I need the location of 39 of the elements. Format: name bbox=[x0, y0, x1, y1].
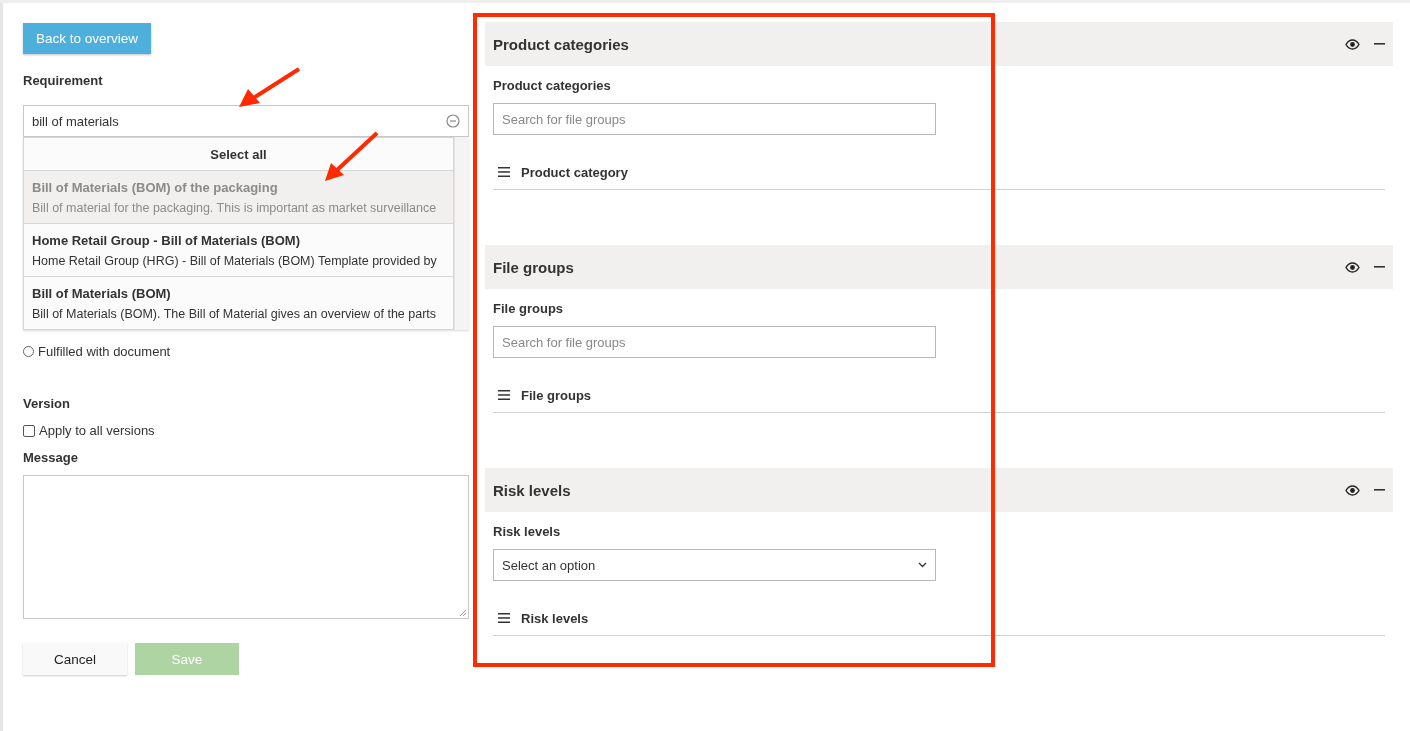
menu-icon[interactable] bbox=[498, 613, 510, 623]
scrollbar-track[interactable] bbox=[454, 137, 469, 330]
clear-icon[interactable] bbox=[446, 114, 460, 128]
checkbox-label: Apply to all versions bbox=[39, 423, 155, 438]
annotation-arrow bbox=[324, 131, 380, 183]
requirement-label: Requirement bbox=[23, 73, 104, 88]
field-label: File groups bbox=[493, 301, 565, 316]
menu-icon[interactable] bbox=[498, 167, 510, 177]
search-field[interactable]: Search for file groups bbox=[493, 326, 936, 358]
option-title: Bill of Materials (BOM) of the packaging bbox=[32, 180, 279, 195]
section-title: Risk levels bbox=[493, 481, 572, 499]
caret-icon bbox=[918, 562, 927, 568]
option-title: Bill of Materials (BOM) bbox=[32, 286, 172, 301]
message-field[interactable] bbox=[23, 475, 469, 619]
requirement-field[interactable]: bill of materials bbox=[23, 105, 469, 137]
option-title: Home Retail Group - Bill of Materials (BOM) bbox=[32, 233, 301, 248]
eye-icon[interactable] bbox=[1345, 38, 1360, 50]
field-label: Product categories bbox=[493, 78, 612, 93]
radio-label: Fulfilled with document bbox=[38, 344, 171, 359]
option-description: Bill of material for the packaging. This is important as market surveillance bbox=[32, 201, 438, 215]
option-description: Bill of Materials (BOM). The Bill of Material gives an overview of the parts bbox=[32, 307, 438, 321]
column-header: File groups bbox=[521, 387, 592, 403]
message-label: Message bbox=[23, 450, 79, 465]
checkbox[interactable] bbox=[23, 424, 35, 437]
column-header: Risk levels bbox=[521, 610, 589, 626]
option-description: Home Retail Group (HRG) - Bill of Materials (BOM) Template provided by bbox=[32, 254, 438, 268]
column-header: Product category bbox=[521, 164, 628, 180]
cancel-button[interactable]: Cancel bbox=[23, 643, 127, 675]
select-field[interactable]: Select an option bbox=[493, 549, 936, 581]
version-label: Version bbox=[23, 396, 71, 411]
eye-icon[interactable] bbox=[1345, 261, 1360, 273]
section-title: File groups bbox=[493, 258, 575, 276]
annotation-arrow bbox=[238, 67, 302, 109]
eye-icon[interactable] bbox=[1345, 484, 1360, 496]
field-label: Risk levels bbox=[493, 524, 562, 539]
menu-icon[interactable] bbox=[498, 390, 510, 400]
section-title: Product categories bbox=[493, 35, 630, 53]
search-field[interactable]: Search for file groups bbox=[493, 103, 936, 135]
resize-grip-icon[interactable] bbox=[459, 609, 467, 617]
